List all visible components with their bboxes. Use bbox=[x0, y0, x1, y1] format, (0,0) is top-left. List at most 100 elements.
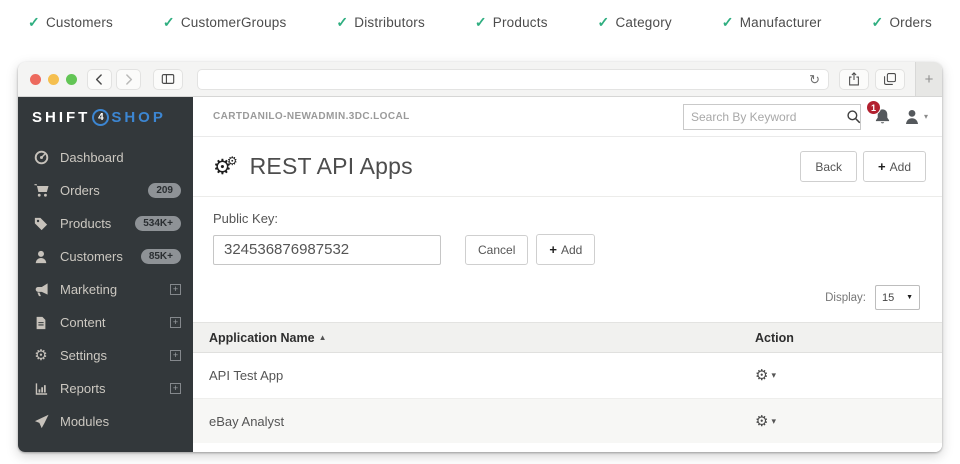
traffic-lights bbox=[30, 74, 77, 85]
sidebar-item-label: Content bbox=[60, 315, 159, 330]
customers-count-badge: 85K+ bbox=[141, 249, 181, 264]
store-name: CARTDANILO-NEWADMIN.3DC.LOCAL bbox=[213, 111, 410, 122]
sidebar-item-customers[interactable]: Customers 85K+ bbox=[18, 240, 193, 273]
cancel-button[interactable]: Cancel bbox=[465, 235, 528, 265]
form-add-button[interactable]: + Add bbox=[536, 234, 595, 265]
admin-app: SHIFT 4 SHOP Dashboard Orders 209 bbox=[18, 97, 942, 452]
shift4shop-logo: SHIFT 4 SHOP bbox=[18, 97, 193, 137]
row-action-menu[interactable]: ⚙ ▾ bbox=[755, 414, 942, 429]
chevron-right-icon bbox=[122, 73, 135, 86]
screenshot-root: ✓ Customers ✓ CustomerGroups ✓ Distribut… bbox=[0, 0, 960, 464]
expand-icon[interactable]: + bbox=[170, 317, 181, 328]
sidebar-item-reports[interactable]: Reports + bbox=[18, 372, 193, 405]
expand-icon[interactable]: + bbox=[170, 350, 181, 361]
sidebar-toggle-button[interactable] bbox=[153, 69, 183, 90]
check-icon: ✓ bbox=[475, 14, 487, 31]
search-icon[interactable] bbox=[846, 109, 861, 124]
sidebar-item-label: Reports bbox=[60, 381, 159, 396]
back-button[interactable]: Back bbox=[800, 151, 857, 182]
sidebar-item-orders[interactable]: Orders 209 bbox=[18, 174, 193, 207]
tabs-overview-button[interactable] bbox=[875, 69, 905, 90]
browser-window: ↻ + SHIFT 4 SHOP bbox=[18, 62, 942, 452]
sidebar-nav: Dashboard Orders 209 Products 534K+ bbox=[18, 137, 193, 438]
main-content: CARTDANILO-NEWADMIN.3DC.LOCAL 1 ▾ bbox=[193, 97, 942, 452]
check-icon: ✓ bbox=[872, 14, 884, 31]
display-select[interactable]: 15 ▼ bbox=[875, 285, 920, 310]
minimize-window-button[interactable] bbox=[48, 74, 59, 85]
sidebar-item-settings[interactable]: ⚙ Settings + bbox=[18, 339, 193, 372]
caret-down-icon: ▾ bbox=[771, 416, 776, 427]
integration-item-orders: ✓ Orders bbox=[872, 14, 932, 31]
address-bar[interactable]: ↻ bbox=[197, 69, 829, 90]
app-name-cell: API Test App bbox=[209, 368, 755, 383]
sidebar: SHIFT 4 SHOP Dashboard Orders 209 bbox=[18, 97, 193, 452]
public-key-input[interactable] bbox=[213, 235, 441, 265]
caret-down-icon: ▼ bbox=[906, 294, 913, 301]
integration-status-bar: ✓ Customers ✓ CustomerGroups ✓ Distribut… bbox=[0, 0, 960, 44]
sidebar-item-marketing[interactable]: Marketing + bbox=[18, 273, 193, 306]
share-icon bbox=[847, 72, 861, 86]
page-title-group: ⚙⚙ REST API Apps bbox=[213, 153, 413, 180]
expand-icon[interactable]: + bbox=[170, 284, 181, 295]
bar-chart-icon bbox=[33, 382, 49, 396]
document-icon bbox=[33, 316, 49, 330]
integration-label: Products bbox=[493, 15, 548, 30]
integration-label: Customers bbox=[46, 15, 113, 30]
panel-icon bbox=[161, 72, 175, 86]
table-row: eBay Analyst ⚙ ▾ bbox=[193, 398, 942, 443]
gear-icon: ⚙ bbox=[33, 348, 49, 363]
table-header: Application Name ▲ Action bbox=[193, 323, 942, 353]
expand-icon[interactable]: + bbox=[170, 383, 181, 394]
display-label: Display: bbox=[825, 292, 866, 304]
dashboard-icon bbox=[33, 150, 49, 165]
integration-item-products: ✓ Products bbox=[475, 14, 548, 31]
integration-item-customergroups: ✓ CustomerGroups bbox=[163, 14, 287, 31]
app-name-cell: eBay Analyst bbox=[209, 414, 755, 429]
plus-icon: + bbox=[878, 159, 886, 174]
cart-icon bbox=[33, 183, 49, 198]
user-icon bbox=[33, 250, 49, 264]
chevron-left-icon bbox=[93, 73, 106, 86]
page-title: REST API Apps bbox=[250, 153, 413, 180]
integration-label: Orders bbox=[889, 15, 931, 30]
row-action-menu[interactable]: ⚙ ▾ bbox=[755, 368, 942, 383]
share-button[interactable] bbox=[839, 69, 869, 90]
zoom-window-button[interactable] bbox=[66, 74, 77, 85]
column-header-application-name[interactable]: Application Name ▲ bbox=[209, 331, 755, 345]
gear-icon: ⚙ bbox=[755, 368, 768, 383]
browser-back-button[interactable] bbox=[87, 69, 112, 90]
check-icon: ✓ bbox=[598, 14, 610, 31]
sidebar-item-modules[interactable]: Modules bbox=[18, 405, 193, 438]
integration-label: CustomerGroups bbox=[181, 15, 287, 30]
search-input[interactable] bbox=[691, 110, 846, 124]
public-key-form: Public Key: Cancel + Add bbox=[193, 197, 942, 265]
caret-down-icon: ▾ bbox=[771, 370, 776, 381]
column-header-action: Action bbox=[755, 331, 942, 345]
person-icon bbox=[904, 109, 920, 125]
check-icon: ✓ bbox=[163, 14, 175, 31]
reload-icon[interactable]: ↻ bbox=[809, 73, 820, 86]
browser-forward-button[interactable] bbox=[116, 69, 141, 90]
sidebar-item-label: Customers bbox=[60, 249, 130, 264]
megaphone-icon bbox=[33, 282, 49, 297]
close-window-button[interactable] bbox=[30, 74, 41, 85]
sidebar-item-dashboard[interactable]: Dashboard bbox=[18, 141, 193, 174]
sidebar-item-content[interactable]: Content + bbox=[18, 306, 193, 339]
new-tab-button[interactable]: + bbox=[915, 62, 942, 96]
sidebar-item-label: Modules bbox=[60, 414, 181, 429]
page-content: Public Key: Cancel + Add bbox=[193, 197, 942, 452]
user-menu-button[interactable]: ▾ bbox=[904, 109, 928, 125]
notification-badge: 1 bbox=[866, 100, 881, 115]
sidebar-item-products[interactable]: Products 534K+ bbox=[18, 207, 193, 240]
admin-topbar: CARTDANILO-NEWADMIN.3DC.LOCAL 1 ▾ bbox=[193, 97, 942, 137]
logo-text-shop: SHOP bbox=[111, 109, 166, 126]
plus-icon: + bbox=[925, 71, 934, 88]
products-count-badge: 534K+ bbox=[135, 216, 181, 231]
notifications-button[interactable]: 1 bbox=[874, 108, 891, 125]
integration-item-manufacturer: ✓ Manufacturer bbox=[722, 14, 822, 31]
check-icon: ✓ bbox=[28, 14, 40, 31]
add-button[interactable]: + Add bbox=[863, 151, 926, 182]
browser-chrome: ↻ + bbox=[18, 62, 942, 97]
integration-item-distributors: ✓ Distributors bbox=[336, 14, 425, 31]
gear-icon: ⚙ bbox=[755, 414, 768, 429]
